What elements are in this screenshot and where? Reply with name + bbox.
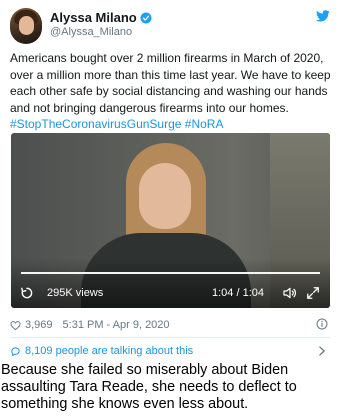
meme-caption: Because she failed so miserably about Bi… <box>1 362 297 412</box>
tweet-body: Americans bought over 2 million firearms… <box>10 50 332 133</box>
video-views: 295K views <box>47 287 104 299</box>
author-name[interactable]: Alyssa Milano <box>50 10 137 25</box>
video-timecode: 1:04 / 1:04 <box>212 287 264 299</box>
author-handle[interactable]: @Alyssa_Milano <box>50 26 132 38</box>
twitter-bird-icon[interactable] <box>316 10 330 22</box>
fullscreen-icon[interactable] <box>306 286 320 300</box>
hashtag-nora[interactable]: #NoRA <box>185 117 224 131</box>
video-progress-bar[interactable] <box>21 272 320 274</box>
video-controls: 295K views 1:04 / 1:04 <box>11 278 330 308</box>
heart-icon[interactable] <box>10 320 21 331</box>
like-count[interactable]: 3,969 <box>25 319 53 331</box>
author-line: Alyssa Milano <box>50 10 152 25</box>
tweet-card: Alyssa Milano @Alyssa_Milano Americans b… <box>0 0 340 360</box>
speech-bubble-icon <box>11 346 20 356</box>
tweet-meta: 3,969 5:31 PM - Apr 9, 2020 <box>10 317 330 333</box>
tweet-timestamp[interactable]: 5:31 PM - Apr 9, 2020 <box>63 319 170 331</box>
tweet-header: Alyssa Milano @Alyssa_Milano <box>10 8 330 44</box>
avatar[interactable] <box>10 8 42 44</box>
verified-badge-icon <box>140 12 152 23</box>
conversation-link[interactable]: 8,109 people are talking about this <box>10 343 330 359</box>
info-icon[interactable] <box>316 318 328 330</box>
replay-icon[interactable] <box>20 286 34 300</box>
chevron-right-icon[interactable] <box>318 346 326 356</box>
volume-icon[interactable] <box>282 285 298 301</box>
tweet-text: Americans bought over 2 million firearms… <box>10 51 331 115</box>
video-player[interactable]: 295K views 1:04 / 1:04 <box>11 133 330 308</box>
hashtag-stopthecoronavirusgunsurge[interactable]: #StopTheCoronavirusGunSurge <box>10 117 181 131</box>
talking-count[interactable]: 8,109 people are talking about this <box>25 345 193 357</box>
divider <box>10 337 330 338</box>
